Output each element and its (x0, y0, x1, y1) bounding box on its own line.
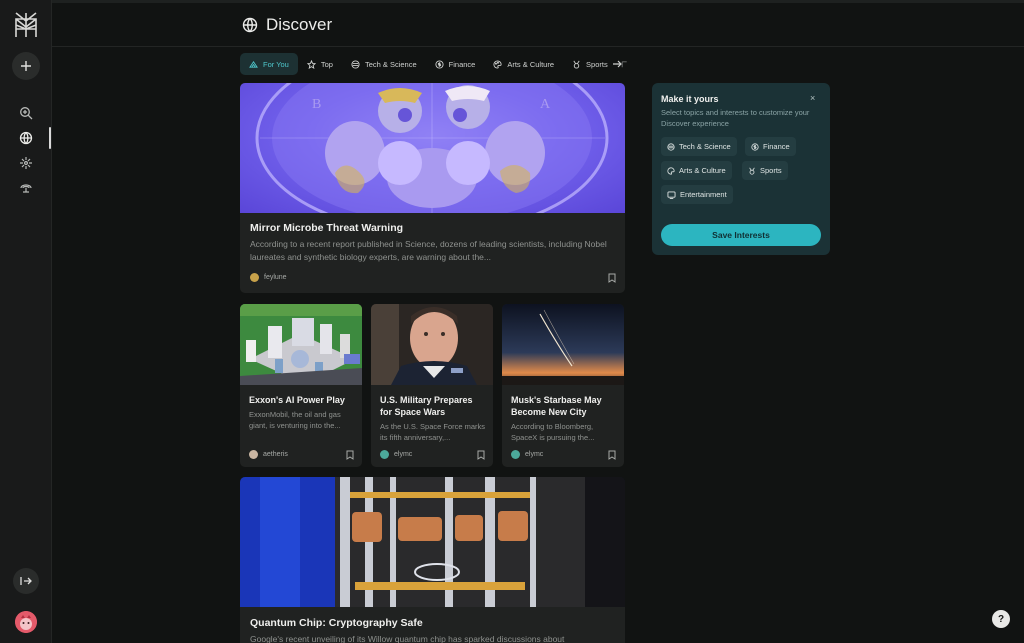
for-you-icon (249, 60, 258, 68)
tab-for-you[interactable]: For You (240, 53, 298, 75)
author-avatar (250, 273, 259, 282)
tab-arts-culture[interactable]: Arts & Culture (484, 53, 563, 75)
hero-article-image: B A (240, 83, 625, 213)
article-text: U.S. Military Prepares for Space Wars As… (380, 394, 486, 443)
article-author[interactable]: aetheris (249, 450, 288, 459)
svg-text:B: B (312, 97, 321, 112)
author-avatar (249, 450, 258, 459)
cpu-icon (667, 142, 675, 151)
user-avatar[interactable] (15, 611, 37, 633)
hero-article-text: Mirror Microbe Threat Warning According … (250, 222, 610, 264)
article-image (240, 477, 625, 607)
article-title: U.S. Military Prepares for Space Wars (380, 395, 473, 417)
hero-article-card[interactable]: B A Mirror Microbe Threat Warning Accord… (240, 83, 625, 293)
svg-text:A: A (540, 97, 551, 112)
tabs-scroll-right-button[interactable] (608, 55, 626, 73)
bookmark-icon[interactable] (608, 450, 616, 460)
star-icon (306, 59, 316, 69)
chip-label: Entertainment (680, 190, 727, 199)
panel-subtitle: Select topics and interests to customize… (661, 108, 810, 128)
bookmark-icon[interactable] (346, 450, 354, 460)
article-text: Musk's Starbase May Become New City Acco… (511, 394, 617, 443)
article-card[interactable]: Exxon's AI Power Play ExxonMobil, the oi… (240, 304, 362, 467)
save-interests-button[interactable]: Save Interests (661, 224, 821, 246)
sidebar (0, 0, 52, 643)
author-avatar (380, 450, 389, 459)
tab-tech-science[interactable]: Tech & Science (342, 53, 426, 75)
expand-sidebar-button[interactable] (13, 568, 39, 594)
article-card[interactable]: U.S. Military Prepares for Space Wars As… (371, 304, 493, 467)
article-text: Quantum Chip: Cryptography Safe Google's… (250, 617, 615, 643)
article-image (371, 304, 493, 385)
tab-top[interactable]: Top (298, 53, 342, 75)
tab-label: Finance (448, 59, 476, 69)
interests-panel: Make it yours × Select topics and intere… (652, 83, 830, 255)
article-description: As the U.S. Space Force marks its fifth … (380, 422, 486, 442)
dollar-icon (751, 142, 759, 151)
page-title: Discover (266, 15, 333, 34)
article-description: Google's recent unveiling of its Willow … (250, 634, 565, 643)
active-nav-indicator (49, 127, 51, 149)
hero-article-title: Mirror Microbe Threat Warning (250, 222, 404, 234)
chip-label: Finance (763, 142, 790, 151)
article-image (502, 304, 624, 385)
bookmark-icon[interactable] (608, 273, 616, 283)
cpu-icon (351, 59, 360, 69)
interest-chip-sports[interactable]: Sports (742, 161, 788, 180)
article-card[interactable]: Musk's Starbase May Become New City Acco… (502, 304, 624, 467)
article-image (240, 304, 362, 385)
category-tabs: For You Top Tech & Science Finance Arts … (240, 53, 631, 75)
author-name: aetheris (263, 451, 288, 458)
close-icon[interactable]: × (810, 93, 815, 103)
article-author[interactable]: elymc (380, 450, 412, 459)
tab-label: Top (320, 59, 333, 69)
dollar-icon (435, 59, 444, 69)
tab-label: Arts & Culture (507, 59, 555, 69)
author-avatar (511, 450, 520, 459)
hero-article-author[interactable]: feylune (250, 273, 287, 282)
tab-finance[interactable]: Finance (426, 53, 485, 75)
article-card-large[interactable]: Quantum Chip: Cryptography Safe Google's… (240, 477, 625, 643)
article-title: Quantum Chip: Cryptography Safe (250, 617, 423, 629)
help-button[interactable]: ? (992, 610, 1010, 628)
author-name: elymc (525, 451, 544, 458)
page-title-group: Discover (242, 15, 332, 35)
article-text: Exxon's AI Power Play ExxonMobil, the oi… (249, 394, 355, 431)
article-title: Exxon's AI Power Play (249, 395, 345, 405)
globe-icon (242, 17, 258, 33)
author-name: feylune (264, 274, 287, 281)
interest-chip-finance[interactable]: Finance (745, 137, 796, 156)
medal-icon (573, 60, 580, 69)
interest-chip-tech-science[interactable]: Tech & Science (661, 137, 737, 156)
arrow-right-icon (613, 60, 622, 68)
perplexity-logo-icon[interactable] (10, 9, 42, 41)
tv-icon (667, 190, 676, 199)
article-author[interactable]: elymc (511, 450, 543, 459)
palette-icon (493, 59, 502, 69)
article-description: According to Bloomberg, SpaceX is pursui… (511, 422, 595, 442)
chip-label: Arts & Culture (679, 166, 726, 175)
article-description: ExxonMobil, the oil and gas giant, is ve… (249, 410, 341, 430)
chip-label: Sports (760, 166, 782, 175)
interest-chip-arts-culture[interactable]: Arts & Culture (661, 161, 732, 180)
palette-icon (667, 166, 675, 175)
article-title: Musk's Starbase May Become New City (511, 395, 602, 417)
author-name: elymc (394, 451, 413, 458)
panel-title: Make it yours (661, 94, 719, 104)
new-thread-button[interactable] (12, 52, 40, 80)
top-header: Discover (52, 3, 1024, 47)
interest-chip-entertainment[interactable]: Entertainment (661, 185, 733, 204)
bookmark-icon[interactable] (477, 450, 485, 460)
medal-icon (749, 167, 755, 175)
tab-label: For You (263, 59, 289, 69)
tab-label: Tech & Science (364, 59, 417, 69)
library-icon[interactable] (11, 172, 41, 202)
tab-label: Sports (586, 59, 608, 69)
hero-article-description: According to a recent report published i… (250, 239, 607, 262)
chip-label: Tech & Science (679, 142, 731, 151)
